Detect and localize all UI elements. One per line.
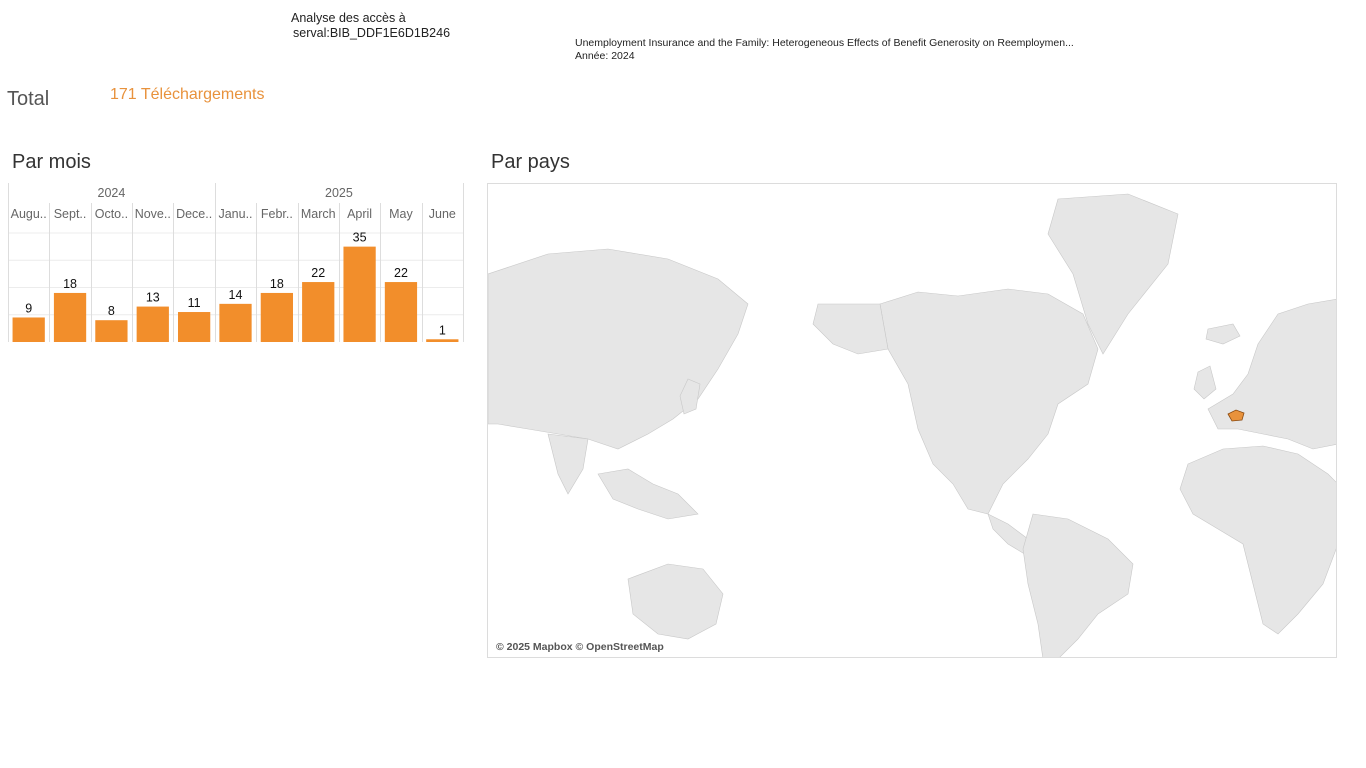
publication-title: Unemployment Insurance and the Family: H… xyxy=(575,37,1074,49)
bar-value-label: 9 xyxy=(25,301,32,315)
bar-Augu xyxy=(12,317,45,342)
bar-Octo xyxy=(95,320,128,342)
bar-value-label: 8 xyxy=(108,304,115,318)
bar-value-label: 35 xyxy=(353,231,367,245)
bar-value-label: 22 xyxy=(394,266,408,280)
monthly-downloads-chart: 2024 2025 Augu.. 9 Sept.. 18 Octo.. 8 Nove.. 13 De… xyxy=(8,183,464,342)
map-attribution[interactable]: © 2025 Mapbox © OpenStreetMap xyxy=(496,641,664,653)
iceland-land xyxy=(1205,323,1241,345)
bar-Dece xyxy=(178,312,211,342)
month-header: Febr.. xyxy=(261,207,293,221)
south-america-land xyxy=(1022,513,1134,657)
month-header: June xyxy=(429,207,456,221)
dashboard-title: Analyse des accès à serval:BIB_DDF1E6D1B… xyxy=(291,11,450,41)
bar-Sept xyxy=(53,292,87,342)
bar-value-label: 22 xyxy=(311,266,325,280)
month-header: May xyxy=(389,207,413,221)
bar-Nove xyxy=(136,306,169,342)
year-header-2024: 2024 xyxy=(98,186,126,200)
publication-year: Année: 2024 xyxy=(575,50,635,62)
bar-May xyxy=(384,282,418,342)
australia-land xyxy=(627,563,724,640)
bar-value-label: 1 xyxy=(439,323,446,337)
total-label: Total xyxy=(7,88,50,110)
dashboard-title-line1: Analyse des accès à xyxy=(291,11,406,25)
month-header: Dece.. xyxy=(176,207,212,221)
section-title-by-month: Par mois xyxy=(12,151,91,173)
alaska-land xyxy=(812,303,889,355)
dashboard-title-line2: serval:BIB_DDF1E6D1B246 xyxy=(293,26,451,40)
bar-Febr xyxy=(260,292,293,342)
bar-April xyxy=(343,246,376,342)
bar-value-label: 18 xyxy=(63,277,77,291)
europe-land xyxy=(1207,299,1336,450)
total-downloads-value: 171 Téléchargements xyxy=(110,86,265,103)
africa-land xyxy=(1179,445,1336,635)
world-map-canvas xyxy=(488,193,1336,657)
bar-June xyxy=(426,339,459,342)
north-america-land xyxy=(879,288,1099,515)
publication-info: Unemployment Insurance and the Family: H… xyxy=(575,37,1074,63)
month-header: Sept.. xyxy=(54,207,87,221)
world-map[interactable]: © 2025 Mapbox © OpenStreetMap xyxy=(487,183,1337,658)
india-land xyxy=(547,433,589,495)
uk-land xyxy=(1193,365,1217,400)
bar-value-label: 14 xyxy=(229,288,243,302)
month-header: Augu.. xyxy=(11,207,47,221)
asia-land xyxy=(488,248,749,450)
bar-March xyxy=(302,282,335,342)
year-header-2025: 2025 xyxy=(325,186,353,200)
month-header: Janu.. xyxy=(218,207,252,221)
month-header: Octo.. xyxy=(95,207,128,221)
section-title-by-country: Par pays xyxy=(491,151,570,173)
month-header: April xyxy=(347,207,372,221)
bar-Janu xyxy=(219,303,252,342)
bar-value-label: 18 xyxy=(270,277,284,291)
month-header: Nove.. xyxy=(135,207,171,221)
month-header: March xyxy=(301,207,336,221)
bar-value-label: 11 xyxy=(188,296,201,310)
southeast-asia-land xyxy=(597,468,699,520)
bar-value-label: 13 xyxy=(146,291,160,305)
